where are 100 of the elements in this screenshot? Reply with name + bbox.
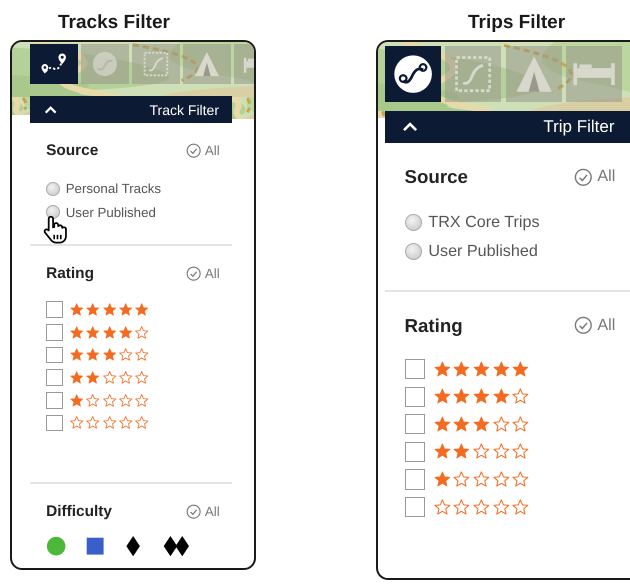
checkbox[interactable] (46, 324, 63, 341)
star-icon (69, 324, 85, 340)
star-icon (472, 387, 491, 406)
radio-button[interactable] (46, 205, 60, 220)
star-icon (118, 302, 134, 318)
star-icon (134, 370, 150, 386)
star-icon (102, 415, 118, 431)
option-label: User Published (428, 242, 538, 262)
section-title: Rating (46, 264, 94, 283)
header-title: Trip Filter (543, 116, 614, 137)
star-icon (85, 415, 101, 431)
star-icon (69, 392, 85, 408)
star-icon (118, 370, 134, 386)
star-icon (69, 347, 85, 363)
square-icon[interactable] (84, 536, 105, 556)
star-icon (69, 302, 85, 318)
star-icon (472, 414, 491, 434)
star-icon (492, 442, 510, 462)
star-icon (85, 370, 101, 386)
chevron-up-icon[interactable] (44, 106, 58, 114)
star-icon (452, 387, 471, 406)
star-icon (492, 360, 510, 379)
star-icon (134, 392, 150, 408)
check-circle-icon (186, 143, 201, 159)
star-icon (85, 302, 101, 318)
star-icon (492, 498, 510, 516)
checkbox[interactable] (404, 442, 425, 462)
checkbox[interactable] (404, 469, 425, 490)
star-icon (472, 442, 491, 462)
chevron-up-icon[interactable] (402, 122, 418, 132)
checkbox[interactable] (46, 392, 63, 409)
star-icon (452, 498, 471, 516)
star-icon (102, 302, 118, 318)
checkbox[interactable] (404, 496, 425, 518)
option-label: TRX Core Trips (428, 213, 540, 232)
select-all-button[interactable]: All (186, 266, 220, 282)
checkbox[interactable] (46, 346, 63, 364)
star-icon (134, 324, 150, 340)
checkbox[interactable] (46, 369, 63, 386)
checkbox[interactable] (46, 414, 63, 432)
star-icon (511, 470, 530, 489)
star-icon (118, 415, 134, 431)
section-title: Source (46, 142, 98, 160)
star-icon (102, 347, 118, 363)
star-icon (118, 392, 134, 408)
star-icon (69, 370, 85, 386)
check-circle-icon (574, 316, 593, 336)
select-all-button[interactable]: All (186, 504, 220, 520)
check-circle-icon (186, 504, 201, 520)
double-diamond-icon[interactable] (162, 536, 190, 556)
star-icon (432, 414, 452, 434)
star-icon (452, 470, 471, 489)
section-title: Rating (404, 314, 463, 337)
star-icon (134, 415, 150, 431)
section-title: Difficulty (46, 502, 112, 521)
star-icon (452, 414, 471, 434)
checkbox[interactable] (404, 414, 425, 434)
star-icon (511, 442, 530, 462)
star-icon (134, 347, 150, 363)
star-icon (102, 324, 118, 340)
star-icon (472, 498, 491, 516)
star-icon (85, 324, 101, 340)
check-circle-icon (574, 168, 593, 186)
radio-button[interactable] (404, 214, 422, 232)
star-icon (511, 360, 530, 379)
checkbox[interactable] (404, 386, 425, 407)
star-icon (102, 370, 118, 386)
select-all-button[interactable]: All (574, 167, 616, 186)
radio-button[interactable] (46, 182, 60, 196)
checkbox[interactable] (404, 358, 425, 380)
circle-icon[interactable] (46, 536, 66, 556)
star-icon (492, 387, 510, 406)
star-icon (432, 387, 452, 406)
star-icon (118, 347, 134, 363)
star-icon (511, 414, 530, 434)
star-icon (134, 302, 150, 318)
star-icon (511, 498, 530, 516)
figure-title: Tracks Filter (57, 11, 171, 35)
option-label: Personal Tracks (66, 181, 162, 196)
star-icon (432, 442, 452, 462)
star-icon (69, 415, 85, 431)
star-icon (452, 442, 471, 462)
header-title: Track Filter (150, 102, 219, 118)
check-circle-icon (186, 266, 201, 282)
star-icon (102, 392, 118, 408)
section-title: Source (404, 166, 468, 188)
option-label: User Published (66, 204, 156, 220)
star-icon (492, 470, 510, 489)
select-all-button[interactable]: All (186, 143, 220, 159)
star-icon (492, 414, 510, 434)
star-icon (118, 324, 134, 340)
star-icon (85, 392, 101, 408)
select-all-button[interactable]: All (574, 316, 616, 336)
star-icon (85, 347, 101, 363)
star-icon (472, 360, 491, 379)
checkbox[interactable] (46, 301, 63, 318)
star-icon (452, 360, 471, 379)
star-icon (472, 470, 491, 489)
radio-button[interactable] (404, 243, 422, 260)
star-icon (432, 470, 452, 489)
